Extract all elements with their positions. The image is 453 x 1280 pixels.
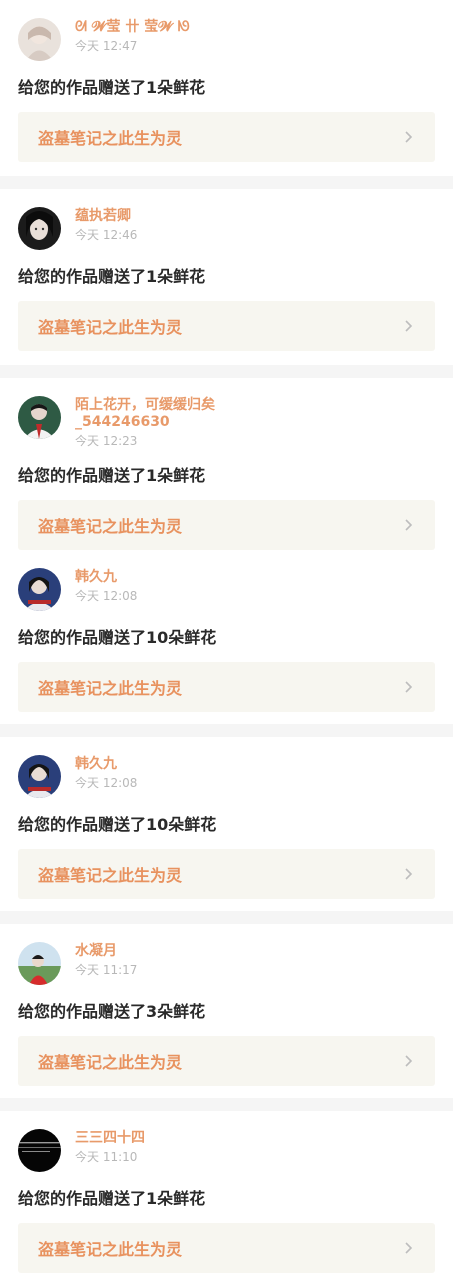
notification-item: 三三四十四 今天 11:10 给您的作品赠送了1朵鲜花 盗墓笔记之此生为灵 — [0, 1111, 453, 1273]
work-title: 盗墓笔记之此生为灵 — [38, 866, 183, 885]
gift-message: 给您的作品赠送了10朵鲜花 — [18, 815, 217, 834]
chevron-right-icon — [405, 681, 413, 693]
chevron-right-icon — [405, 320, 413, 332]
username-link[interactable]: ᘛ 𝓦莹 卄 莹𝓦 ᘚ — [75, 19, 190, 36]
gift-message: 给您的作品赠送了1朵鲜花 — [18, 466, 206, 485]
timestamp: 今天 12:08 — [75, 589, 138, 603]
chevron-right-icon — [405, 1242, 413, 1254]
separator — [0, 1098, 453, 1111]
gift-message: 给您的作品赠送了1朵鲜花 — [18, 78, 206, 97]
timestamp: 今天 11:10 — [75, 1150, 138, 1164]
work-link-card[interactable]: 盗墓笔记之此生为灵 — [18, 301, 435, 351]
avatar-green-icon[interactable] — [18, 396, 61, 439]
chevron-right-icon — [405, 131, 413, 143]
avatar-blue-icon[interactable] — [18, 755, 61, 798]
separator — [0, 365, 453, 378]
notification-meta: 韩久九 今天 12:08 — [75, 755, 137, 791]
gift-message: 给您的作品赠送了1朵鲜花 — [18, 267, 206, 286]
notification-item: 陌上花开，可缓缓归矣 _544246630 今天 12:23 给您的作品赠送了1朵… — [0, 378, 453, 550]
work-title: 盗墓笔记之此生为灵 — [38, 318, 183, 337]
notification-item: 韩久九 今天 12:08 给您的作品赠送了10朵鲜花 盗墓笔记之此生为灵 — [0, 737, 453, 911]
gift-notification-feed: ᘛ 𝓦莹 卄 莹𝓦 ᘚ 今天 12:47 给您的作品赠送了1朵鲜花 盗墓笔记之此… — [0, 0, 453, 1273]
notification-item: 蕴执若卿 今天 12:46 给您的作品赠送了1朵鲜花 盗墓笔记之此生为灵 — [0, 189, 453, 365]
work-title: 盗墓笔记之此生为灵 — [38, 517, 183, 536]
timestamp: 今天 12:47 — [75, 39, 138, 53]
timestamp: 今天 12:08 — [75, 776, 138, 790]
username-link[interactable]: 陌上花开，可缓缓归矣 _544246630 — [75, 397, 215, 431]
avatar-girl-icon[interactable] — [18, 18, 61, 61]
avatar-blue-icon[interactable] — [18, 568, 61, 611]
notification-meta: 韩久九 今天 12:08 — [75, 568, 137, 604]
notification-item: ᘛ 𝓦莹 卄 莹𝓦 ᘚ 今天 12:47 给您的作品赠送了1朵鲜花 盗墓笔记之此… — [0, 0, 453, 176]
gift-message: 给您的作品赠送了10朵鲜花 — [18, 628, 217, 647]
notification-header: 水凝月 今天 11:17 — [18, 942, 435, 988]
avatar-red-icon[interactable] — [18, 942, 61, 985]
notification-header: 三三四十四 今天 11:10 — [18, 1129, 435, 1175]
work-title: 盗墓笔记之此生为灵 — [38, 129, 183, 148]
username-link[interactable]: 三三四十四 — [75, 1130, 145, 1147]
notification-item: 韩久九 今天 12:08 给您的作品赠送了10朵鲜花 盗墓笔记之此生为灵 — [0, 550, 453, 724]
username-link[interactable]: 水凝月 — [75, 943, 137, 960]
username-link[interactable]: 韩久九 — [75, 756, 137, 773]
avatar-black-icon[interactable] — [18, 1129, 61, 1172]
notification-meta: 水凝月 今天 11:17 — [75, 942, 137, 978]
chevron-right-icon — [405, 1055, 413, 1067]
work-link-card[interactable]: 盗墓笔记之此生为灵 — [18, 849, 435, 899]
notification-meta: 三三四十四 今天 11:10 — [75, 1129, 145, 1165]
timestamp: 今天 11:17 — [75, 963, 138, 977]
separator — [0, 176, 453, 189]
notification-header: 韩久九 今天 12:08 — [18, 568, 435, 614]
chevron-right-icon — [405, 868, 413, 880]
work-link-card[interactable]: 盗墓笔记之此生为灵 — [18, 500, 435, 550]
avatar-dark-hair-icon[interactable] — [18, 207, 61, 250]
notification-header: 韩久九 今天 12:08 — [18, 755, 435, 801]
work-link-card[interactable]: 盗墓笔记之此生为灵 — [18, 662, 435, 712]
username-link[interactable]: 蕴执若卿 — [75, 208, 137, 225]
notification-item: 水凝月 今天 11:17 给您的作品赠送了3朵鲜花 盗墓笔记之此生为灵 — [0, 924, 453, 1098]
notification-header: 陌上花开，可缓缓归矣 _544246630 今天 12:23 — [18, 396, 435, 452]
work-title: 盗墓笔记之此生为灵 — [38, 1053, 183, 1072]
gift-message: 给您的作品赠送了3朵鲜花 — [18, 1002, 206, 1021]
work-title: 盗墓笔记之此生为灵 — [38, 1240, 183, 1259]
notification-header: ᘛ 𝓦莹 卄 莹𝓦 ᘚ 今天 12:47 — [18, 18, 435, 64]
separator — [0, 724, 453, 737]
work-link-card[interactable]: 盗墓笔记之此生为灵 — [18, 112, 435, 162]
work-link-card[interactable]: 盗墓笔记之此生为灵 — [18, 1223, 435, 1273]
notification-meta: 陌上花开，可缓缓归矣 _544246630 今天 12:23 — [75, 396, 215, 449]
notification-header: 蕴执若卿 今天 12:46 — [18, 207, 435, 253]
username-link[interactable]: 韩久九 — [75, 569, 137, 586]
timestamp: 今天 12:23 — [75, 434, 138, 448]
chevron-right-icon — [405, 519, 413, 531]
work-title: 盗墓笔记之此生为灵 — [38, 679, 183, 698]
timestamp: 今天 12:46 — [75, 228, 138, 242]
notification-meta: ᘛ 𝓦莹 卄 莹𝓦 ᘚ 今天 12:47 — [75, 18, 190, 54]
separator — [0, 911, 453, 924]
notification-meta: 蕴执若卿 今天 12:46 — [75, 207, 137, 243]
work-link-card[interactable]: 盗墓笔记之此生为灵 — [18, 1036, 435, 1086]
gift-message: 给您的作品赠送了1朵鲜花 — [18, 1189, 206, 1208]
